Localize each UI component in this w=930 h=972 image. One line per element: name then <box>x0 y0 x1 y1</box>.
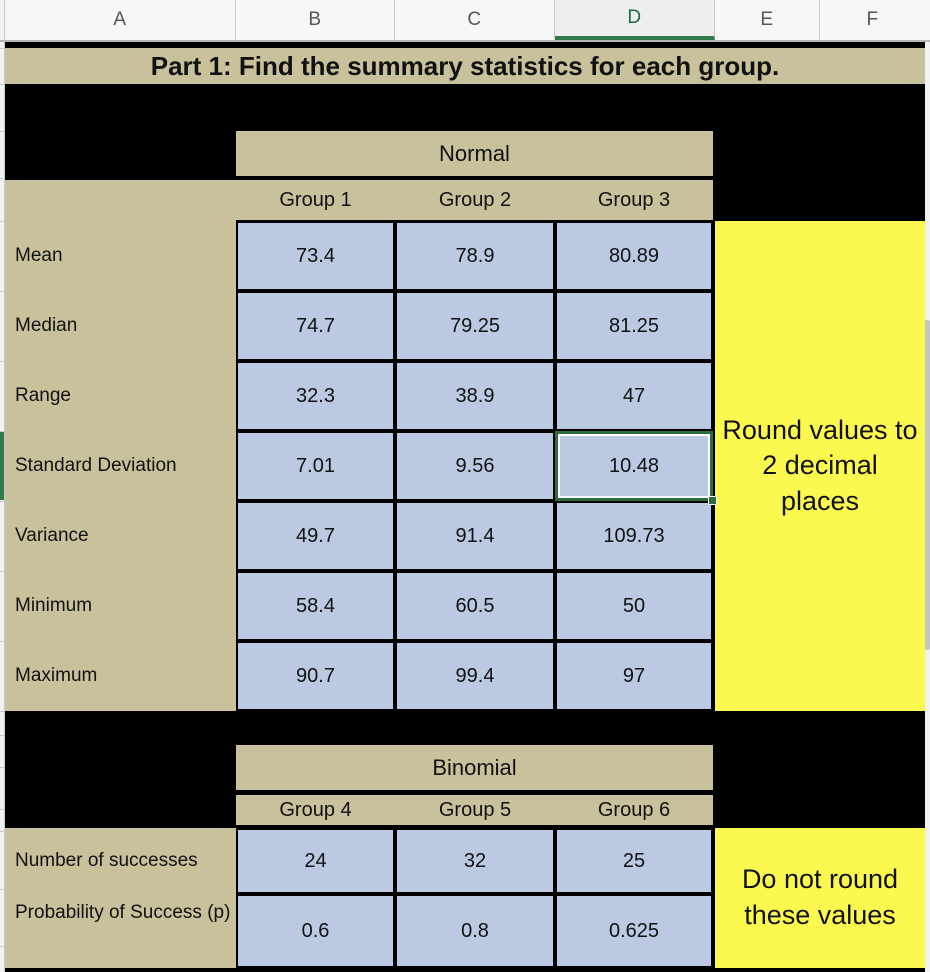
binomial-cell-successes-group4[interactable]: 24 <box>236 828 395 894</box>
row-label-minimum: Minimum <box>5 571 236 641</box>
normal-cell-range-group3[interactable]: 47 <box>555 361 713 431</box>
row-label-standard-deviation: Standard Deviation <box>5 431 236 501</box>
normal-cell-stdev-group3[interactable]: 10.48 <box>555 431 713 501</box>
normal-cell-maximum-group3[interactable]: 97 <box>555 641 713 711</box>
column-header-c[interactable]: C <box>395 0 555 40</box>
normal-cell-variance-group3[interactable]: 109.73 <box>555 501 713 571</box>
column-header-bar: A B C D E F <box>0 0 930 42</box>
binomial-cell-successes-group6[interactable]: 25 <box>555 828 713 894</box>
binomial-cell-probability-group6[interactable]: 0.625 <box>555 894 713 968</box>
column-header-e[interactable]: E <box>715 0 820 40</box>
row-label-mean: Mean <box>5 221 236 291</box>
selected-row-marker <box>0 432 4 500</box>
binomial-cell-probability-group5[interactable]: 0.8 <box>395 894 555 968</box>
row-label-variance: Variance <box>5 501 236 571</box>
binomial-cell-successes-group5[interactable]: 32 <box>395 828 555 894</box>
normal-cell-median-group3[interactable]: 81.25 <box>555 291 713 361</box>
normal-cell-median-group1[interactable]: 74.7 <box>236 291 395 361</box>
normal-cell-maximum-group2[interactable]: 99.4 <box>395 641 555 711</box>
binomial-group-header-4: Group 4 <box>236 795 395 825</box>
normal-group-header-2: Group 2 <box>395 180 555 220</box>
column-header-f[interactable]: F <box>820 0 925 40</box>
binomial-group-header-5: Group 5 <box>395 795 555 825</box>
row-label-maximum: Maximum <box>5 641 236 711</box>
normal-cell-stdev-group1[interactable]: 7.01 <box>236 431 395 501</box>
normal-cell-variance-group2[interactable]: 91.4 <box>395 501 555 571</box>
normal-cell-mean-group1[interactable]: 73.4 <box>236 221 395 291</box>
row-label-probability-of-success: Probability of Success (p) <box>5 894 236 968</box>
spreadsheet-canvas: A B C D E F Part 1: Find the summary sta… <box>0 0 930 972</box>
note-round-values: Round values to 2 decimal places <box>715 221 925 711</box>
binomial-cell-probability-group4[interactable]: 0.6 <box>236 894 395 968</box>
vertical-scrollbar-track[interactable] <box>925 42 930 972</box>
binomial-section-heading: Binomial <box>236 745 713 790</box>
normal-cell-mean-group3[interactable]: 80.89 <box>555 221 713 291</box>
row-label-range: Range <box>5 361 236 431</box>
normal-cell-range-group2[interactable]: 38.9 <box>395 361 555 431</box>
row-label-number-of-successes: Number of successes <box>5 828 236 894</box>
fill-handle[interactable] <box>708 496 717 505</box>
normal-cell-maximum-group1[interactable]: 90.7 <box>236 641 395 711</box>
normal-section-heading: Normal <box>236 131 713 176</box>
note-do-not-round: Do not round these values <box>715 828 925 968</box>
normal-cell-variance-group1[interactable]: 49.7 <box>236 501 395 571</box>
normal-cell-range-group1[interactable]: 32.3 <box>236 361 395 431</box>
normal-cell-minimum-group3[interactable]: 50 <box>555 571 713 641</box>
normal-cell-minimum-group1[interactable]: 58.4 <box>236 571 395 641</box>
normal-cell-mean-group2[interactable]: 78.9 <box>395 221 555 291</box>
page-title: Part 1: Find the summary statistics for … <box>5 48 925 84</box>
normal-group-header-1: Group 1 <box>236 180 395 220</box>
binomial-group-header-6: Group 6 <box>555 795 713 825</box>
normal-corner-blank <box>5 180 236 220</box>
column-header-a[interactable]: A <box>5 0 236 40</box>
row-label-median: Median <box>5 291 236 361</box>
normal-cell-median-group2[interactable]: 79.25 <box>395 291 555 361</box>
vertical-scrollbar-thumb[interactable] <box>925 320 930 650</box>
normal-group-header-3: Group 3 <box>555 180 713 220</box>
normal-cell-minimum-group2[interactable]: 60.5 <box>395 571 555 641</box>
normal-cell-stdev-group2[interactable]: 9.56 <box>395 431 555 501</box>
column-header-b[interactable]: B <box>236 0 395 40</box>
column-header-d[interactable]: D <box>555 0 715 40</box>
